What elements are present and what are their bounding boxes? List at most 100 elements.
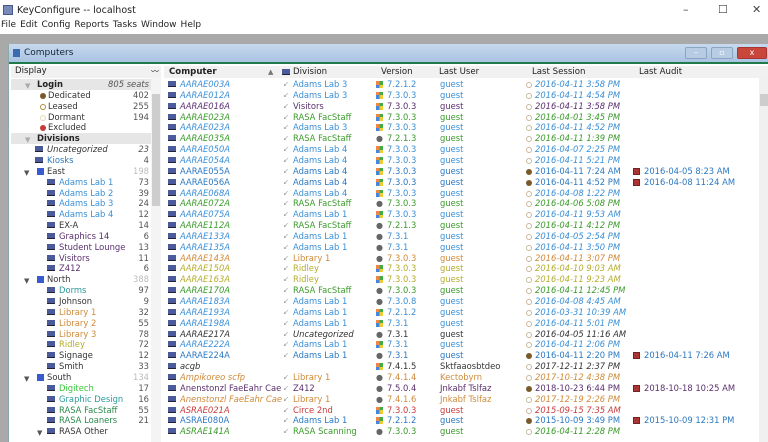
tree-item-label: Divisions <box>37 133 80 144</box>
tree-item[interactable]: Leased 255 <box>11 101 151 112</box>
table-row[interactable]: AARAE163A ↙ Ridley 7.3.0.3 guest 2016-04-11 9… <box>164 274 754 285</box>
tree-item[interactable]: Adams Lab 3 24 <box>11 198 151 209</box>
tree-item[interactable]: Library 2 55 <box>11 318 151 329</box>
table-row[interactable]: AARAE075A ↙ Adams Lab 1 7.3.0.3 guest 2016-04… <box>164 209 754 220</box>
tree-item[interactable]: ▼ North 388 <box>11 274 151 285</box>
tree-item[interactable]: Student Lounge 13 <box>11 242 151 253</box>
tree-item[interactable]: Dorms 97 <box>11 285 151 296</box>
table-scrollbar[interactable] <box>759 78 768 442</box>
table-row[interactable]: Anenstonzl FaeEahr Cae ↙ Library 1 ● 7.4.1.6… <box>164 394 754 405</box>
tree-item[interactable]: Visitors 11 <box>11 253 151 264</box>
table-row[interactable]: AARAE143A ↙ Library 1 ● 7.3.0.3 guest 2016-04-… <box>164 253 754 264</box>
tree-item[interactable]: RASA FacStaff 55 <box>11 405 151 416</box>
table-row[interactable]: AARAE056A ↙ Adams Lab 4 7.3.0.3 guest 2016-04… <box>164 177 754 188</box>
tree-item[interactable]: Adams Lab 2 39 <box>11 188 151 199</box>
menu-tasks[interactable]: Tasks <box>113 20 137 34</box>
table-row[interactable]: AARAE198A ↙ Adams Lab 1 7.3.1 guest 2016-04-1… <box>164 318 754 329</box>
table-row[interactable]: AARAE023A ↙ Adams Lab 3 7.3.0.3 guest 2016-04… <box>164 122 754 133</box>
column-computer[interactable]: Computer <box>169 66 217 78</box>
tree-item[interactable]: Graphics 14 6 <box>11 231 151 242</box>
table-row[interactable]: AARAE135A ↙ Adams Lab 1 ● 7.3.1 guest 2016-04-… <box>164 242 754 253</box>
tree-item[interactable]: Dedicated 402 <box>11 90 151 101</box>
tree-item[interactable]: Graphic Design 16 <box>11 394 151 405</box>
sort-ascending-icon[interactable]: ▲ <box>268 66 273 78</box>
table-row[interactable]: ASRAE141A ↙ RASA Scanning ● 7.3.0.3 guest 2016… <box>164 426 754 437</box>
menu-edit[interactable]: Edit <box>20 20 37 34</box>
table-row[interactable]: AARAE068A ↙ Adams Lab 4 7.3.0.3 guest 2016-04… <box>164 188 754 199</box>
table-row[interactable]: AARAE133A ↙ Adams Lab 1 ● 7.3.1 guest 2016-04-… <box>164 231 754 242</box>
tree-item[interactable]: Smith 33 <box>11 361 151 372</box>
tree-item[interactable]: Signage 12 <box>11 350 151 361</box>
windows-icon <box>376 167 383 175</box>
table-row[interactable]: ASRAE021A ↙ Circe 2nd 7.3.0.3 guest 2015-09-1… <box>164 405 754 416</box>
tree-item[interactable]: ▼ RASA Other <box>11 426 151 437</box>
tree-item[interactable]: Johnson 9 <box>11 296 151 307</box>
table-row[interactable]: ASRAE080A ↙ Adams Lab 1 7.2.1.2 guest 2015-10… <box>164 415 754 426</box>
expand-triangle-icon[interactable]: ▼ <box>37 428 42 439</box>
menu-help[interactable]: Help <box>181 20 202 34</box>
tree-item[interactable]: Adams Lab 1 73 <box>11 177 151 188</box>
table-row[interactable]: AARAE170A ↙ RASA FacStaff ● 7.3.0.3 guest 2016… <box>164 285 754 296</box>
table-row[interactable]: AARAE054A ↙ Adams Lab 4 7.3.0.3 guest 2016-04… <box>164 155 754 166</box>
tree-scrollbar-thumb[interactable] <box>152 94 160 206</box>
column-version[interactable]: Version <box>381 66 413 78</box>
chart-wave-icon[interactable]: 〰 <box>151 66 159 77</box>
table-row[interactable]: Ampikoreo scfp ↙ Library 1 ● 7.4.1.4 Kectobyr… <box>164 372 754 383</box>
table-row[interactable]: AARAE055A ↙ Adams Lab 4 7.3.0.3 guest 2016-04… <box>164 166 754 177</box>
tree-item[interactable]: Uncategorized 23 <box>11 144 151 155</box>
tree-scrollbar[interactable] <box>151 78 161 442</box>
tree-item[interactable]: Ridley 72 <box>11 339 151 350</box>
table-row[interactable]: AARAE217A ↙ Uncategorized ● 7.3.1 guest 2016-0… <box>164 329 754 340</box>
maximize-button[interactable]: ☐ <box>718 3 728 16</box>
close-button[interactable]: ✕ <box>752 3 761 16</box>
minimize-button[interactable]: – <box>683 3 689 16</box>
tree-item[interactable]: ▼ East 198 <box>11 166 151 177</box>
tree-item[interactable]: ▼ Login 805 seats <box>11 79 151 90</box>
column-last-session[interactable]: Last Session <box>532 66 585 78</box>
table-row[interactable]: AARAE023A ↙ RASA FacStaff 7.3.0.3 guest 2016-… <box>164 112 754 123</box>
tree-item[interactable]: Excluded <box>11 122 151 133</box>
tree-item-label: Excluded <box>48 122 87 133</box>
table-row[interactable]: AARAE016A ↙ Visitors 7.3.0.3 guest 2016-04-11… <box>164 101 754 112</box>
table-row[interactable]: Anenstonzl FaeEahr Cae ↙ Z412 ● 7.5.0.4 Jnkab… <box>164 383 754 394</box>
table-row[interactable]: AARAE193A ↙ Adams Lab 1 7.2.1.2 guest 2016-03… <box>164 307 754 318</box>
version: 7.2.1.2 <box>387 415 417 426</box>
tree-item[interactable]: RASA Loaners 21 <box>11 415 151 426</box>
table-row[interactable]: AARAE112A ↙ RASA FacStaff ● 7.2.1.3 guest 2016… <box>164 220 754 231</box>
session-status-icon <box>526 190 532 197</box>
tree-item[interactable]: Z412 6 <box>11 263 151 274</box>
table-row[interactable]: AARAE003A ↙ Adams Lab 3 7.2.1.2 guest 2016-04… <box>164 79 754 90</box>
menu-reports[interactable]: Reports <box>74 20 109 34</box>
tree-item[interactable]: EX-A 14 <box>11 220 151 231</box>
division-icon <box>47 287 55 294</box>
table-scrollbar-thumb[interactable] <box>760 94 768 106</box>
tree-item[interactable]: Library 3 78 <box>11 329 151 340</box>
table-row[interactable]: AARAE035A ↙ RASA FacStaff ● 7.2.1.3 guest 2016… <box>164 133 754 144</box>
column-division[interactable]: Division <box>293 66 327 78</box>
tree-item[interactable]: Kiosks 4 <box>11 155 151 166</box>
tree-item[interactable]: Adams Lab 4 12 <box>11 209 151 220</box>
column-last-audit[interactable]: Last Audit <box>639 66 682 78</box>
audit-icon <box>633 167 640 175</box>
tree-item[interactable]: Dormant 194 <box>11 112 151 123</box>
menu-config[interactable]: Config <box>42 20 71 34</box>
menu-file[interactable]: File <box>1 20 16 34</box>
inner-minimize-button[interactable]: – <box>685 47 707 59</box>
table-row[interactable]: AARAE072A ↙ RASA FacStaff ● 7.3.0.3 guest 2016… <box>164 198 754 209</box>
tree-item[interactable]: ▼ Divisions <box>11 133 151 145</box>
column-last-user[interactable]: Last User <box>439 66 479 78</box>
menu-window[interactable]: Window <box>141 20 177 34</box>
table-row[interactable]: AARAE012A ↙ Adams Lab 3 7.3.0.3 guest 2016-04… <box>164 90 754 101</box>
table-row[interactable]: AARAE183A ↙ Adams Lab 1 ● 7.3.0.8 guest 2016-0… <box>164 296 754 307</box>
table-row[interactable]: AARAE050A ↙ Adams Lab 4 7.3.0.3 guest 2016-04… <box>164 144 754 155</box>
inner-close-button[interactable]: x <box>737 47 767 59</box>
table-row[interactable]: AARAE224A ↙ Adams Lab 1 ● 7.3.1 guest 2016-04-… <box>164 350 754 361</box>
tree-item[interactable]: Library 1 32 <box>11 307 151 318</box>
table-row[interactable]: acgb 7.4.1.5 Sktfaaosbtdeo 2017-12-11 2:37 … <box>164 361 754 372</box>
table-row[interactable]: AARAE222A ↙ Adams Lab 1 7.3.1 guest 2016-04-1… <box>164 339 754 350</box>
tree-item[interactable]: ▼ South 134 <box>11 372 151 383</box>
alias-arrow-icon: ↙ <box>283 155 289 164</box>
table-row[interactable]: AARAE150A ↙ Ridley 7.3.0.3 guest 2016-04-10 9… <box>164 263 754 274</box>
inner-maximize-button[interactable]: ▫ <box>711 47 733 59</box>
tree-item[interactable]: Digitech 17 <box>11 383 151 394</box>
